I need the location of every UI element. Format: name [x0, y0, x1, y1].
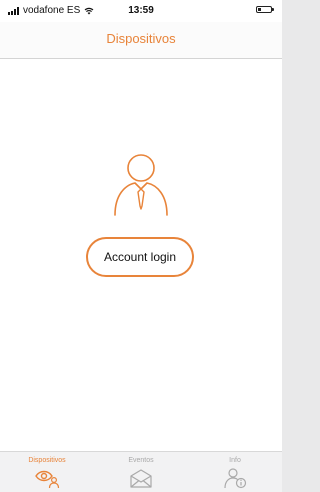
- user-tie-icon: [114, 154, 168, 216]
- battery-icon: [256, 6, 274, 13]
- tab-eventos-label: Eventos: [128, 457, 154, 464]
- app-screen: vodafone ES 13:59 Dispositivos Account l…: [0, 0, 282, 492]
- nav-bar: Dispositivos: [0, 22, 282, 59]
- tab-eventos[interactable]: Eventos: [94, 452, 188, 492]
- account-login-button[interactable]: Account login: [86, 237, 194, 277]
- tab-info[interactable]: Info: [188, 452, 282, 492]
- main-content: Account login: [0, 59, 282, 451]
- status-bar: vodafone ES 13:59: [0, 0, 282, 22]
- person-info-icon: [224, 468, 247, 489]
- tab-info-label: Info: [229, 457, 241, 464]
- eye-person-icon: [35, 470, 60, 489]
- status-time: 13:59: [128, 5, 154, 16]
- tab-dispositivos-label: Dispositivos: [28, 457, 66, 464]
- page-title: Dispositivos: [106, 31, 176, 46]
- tab-dispositivos[interactable]: Dispositivos: [0, 452, 94, 492]
- envelope-icon: [130, 469, 152, 488]
- battery-fill: [258, 8, 261, 11]
- tab-bar: Dispositivos Eventos Info: [0, 451, 282, 492]
